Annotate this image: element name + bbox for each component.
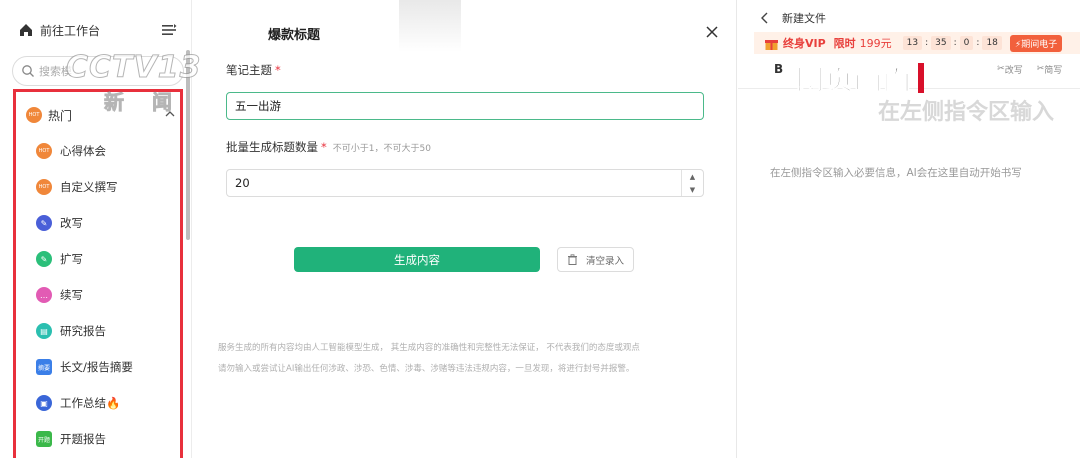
sidebar-item-label: 自定义撰写 — [60, 180, 118, 194]
summary-icon: 摘要 — [36, 359, 52, 375]
sidebar-item[interactable]: ▤ 研究报告 — [36, 319, 106, 343]
collapse-menu-icon[interactable] — [160, 21, 178, 39]
sidebar-item[interactable]: ✎ 扩写 — [36, 247, 83, 271]
blurred-region — [399, 0, 461, 52]
clear-button-label: 清空录入 — [585, 255, 624, 267]
channel-watermark: CCTV13 — [65, 50, 202, 86]
required-mark: * — [321, 140, 327, 154]
sidebar-item-label: 研究报告 — [60, 324, 106, 338]
vip-price: 199元 — [859, 37, 892, 50]
sidebar-item-label: 扩写 — [60, 252, 83, 266]
hot-badge-icon: HOT — [36, 143, 52, 159]
gift-icon — [765, 39, 778, 50]
count-label: 批量生成标题数量 * 不可小于1，不可大于50 — [226, 139, 431, 155]
caption-text: 网页画面 — [795, 63, 913, 97]
broadcast-caption: 网页画面 — [795, 60, 925, 97]
channel-watermark-sub: 新闻 — [104, 90, 200, 115]
sidebar-item[interactable]: 开题 开题报告 — [36, 427, 106, 451]
trash-icon — [567, 254, 577, 265]
stepper-controls[interactable]: ▲ ▼ — [681, 170, 703, 196]
disclaimer-line-1: 服务生成的所有内容均由人工智能模型生成， 其生成内容的准确性和完整性无法保证， … — [218, 343, 640, 353]
home-icon — [20, 24, 32, 36]
sidebar-item[interactable]: HOT 心得体会 — [36, 139, 106, 163]
sidebar-item-label: 工作总结🔥 — [60, 396, 121, 410]
countdown-separator: : — [925, 38, 929, 48]
back-icon[interactable] — [760, 12, 770, 24]
sidebar-item[interactable]: ✎ 改写 — [36, 211, 83, 235]
sidebar-item[interactable]: HOT 自定义撰写 — [36, 175, 118, 199]
continue-icon: … — [36, 287, 52, 303]
sidebar-item[interactable]: 摘要 长文/报告摘要 — [36, 355, 133, 379]
panel-title: 爆款标题 — [268, 28, 321, 43]
editor-placeholder-text: 在左侧指令区输入必要信息，AI会在这里自动开始书写 — [770, 167, 1022, 179]
highlighted-menu: HOT 热门 HOT 心得体会 HOT 自定义撰写 ✎ 改写 ✎ 扩写 … 续写 ▤ 研究报告摘要 长文… — [13, 89, 183, 458]
close-icon[interactable] — [704, 24, 720, 40]
proposal-icon: 开题 — [36, 431, 52, 447]
vip-text: 终身VIP — [783, 37, 826, 50]
sidebar-item-label: 长文/报告摘要 — [60, 360, 133, 374]
sidebar-item[interactable]: ▣ 工作总结🔥 — [36, 391, 120, 415]
sidebar-item-label: 开题报告 — [60, 432, 106, 446]
chevron-up-icon[interactable]: ▲ — [690, 173, 695, 181]
sidebar-item-label: 改写 — [60, 216, 83, 230]
topic-label-text: 笔记主题 — [226, 63, 272, 77]
topic-label: 笔记主题 * — [226, 62, 281, 78]
file-title: 新建文件 — [782, 12, 826, 25]
required-mark: * — [275, 63, 281, 77]
count-value: 20 — [235, 176, 250, 190]
hot-badge-icon: HOT — [36, 179, 52, 195]
vip-banner[interactable]: 终身VIP 限时 199元 13 : 35 : 0 : 18 ⚡期间电子 — [754, 32, 1080, 54]
expand-icon: ✎ — [36, 251, 52, 267]
sidebar-item[interactable]: … 续写 — [36, 283, 83, 307]
editor-placeholder-heading: 在左侧指令区输入 — [878, 100, 1055, 125]
editor-header: 新建文件 — [760, 10, 826, 26]
shorten-tool-label: 简写 — [1044, 65, 1063, 76]
topic-input-value: 五一出游 — [235, 99, 281, 113]
clear-button[interactable]: 清空录入 — [557, 247, 634, 272]
topic-input[interactable]: 五一出游 — [226, 92, 704, 120]
briefcase-icon: ▣ — [36, 395, 52, 411]
workspace-link-label: 前往工作台 — [40, 23, 101, 38]
report-icon: ▤ — [36, 323, 52, 339]
promo-tag[interactable]: ⚡期间电子 — [1009, 34, 1063, 52]
section-hot-label: 热门 — [48, 108, 73, 123]
search-icon — [22, 65, 34, 77]
hot-badge-icon: HOT — [26, 107, 42, 123]
sidebar-item-label: 续写 — [60, 288, 83, 302]
countdown-hours: 13 — [902, 36, 923, 50]
promo-tag-label: 期间电子 — [1021, 39, 1058, 50]
vip-limited: 限时 — [833, 37, 856, 50]
rewrite-tool[interactable]: ✂ 改写 — [997, 63, 1023, 76]
workspace-link[interactable]: 前往工作台 — [18, 20, 178, 40]
countdown-minutes: 35 — [931, 36, 951, 50]
countdown-seconds: 0 — [959, 36, 974, 50]
generate-button[interactable]: 生成内容 — [294, 247, 540, 272]
countdown-separator: : — [953, 38, 957, 48]
countdown-ms: 18 — [982, 36, 1002, 50]
count-stepper[interactable]: 20 ▲ ▼ — [226, 169, 704, 197]
bold-button[interactable]: B — [774, 62, 783, 76]
disclaimer-line-2: 请勿输入或尝试让AI输出任何涉政、涉恐、色情、涉毒、涉赌等违法违规内容，一旦发现… — [218, 364, 635, 374]
rewrite-tool-label: 改写 — [1004, 65, 1023, 76]
sidebar-item-label: 心得体会 — [60, 144, 106, 158]
title-generator-panel: 爆款标题 笔记主题 * 五一出游 批量生成标题数量 * 不可小于1，不可大于50 20… — [192, 0, 737, 458]
chevron-down-icon[interactable]: ▼ — [690, 186, 695, 194]
caption-bar — [918, 63, 925, 93]
count-hint: 不可小于1，不可大于50 — [332, 144, 431, 154]
count-label-text: 批量生成标题数量 — [226, 140, 318, 154]
shorten-tool[interactable]: ✂ 简写 — [1037, 63, 1063, 76]
countdown-separator: : — [976, 38, 980, 48]
rewrite-icon: ✎ — [36, 215, 52, 231]
